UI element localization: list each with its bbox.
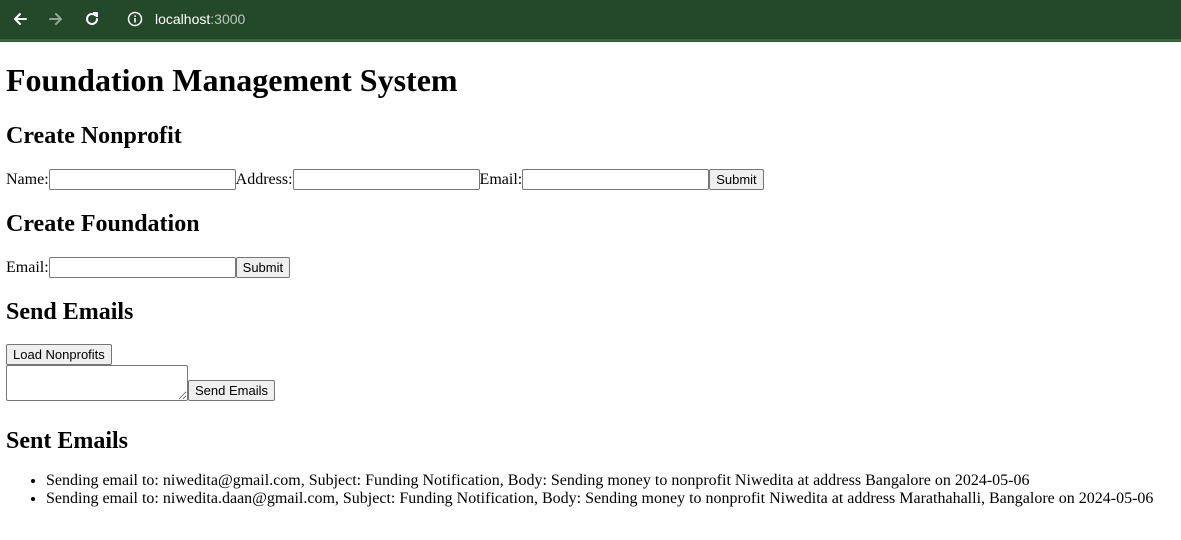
reload-icon[interactable]: [80, 7, 104, 31]
name-input[interactable]: [48, 169, 236, 190]
nonprofit-submit-button[interactable]: Submit: [709, 169, 764, 190]
create-foundation-form: Email: Submit: [6, 257, 291, 278]
send-emails-button[interactable]: Send Emails: [188, 380, 275, 401]
create-nonprofit-heading: Create Nonprofit: [6, 123, 182, 149]
send-emails-heading: Send Emails: [6, 299, 134, 325]
url-text: localhost:3000: [155, 11, 246, 27]
address-bar[interactable]: localhost:3000: [118, 5, 1178, 33]
email-message-textarea[interactable]: [6, 365, 188, 401]
foundation-submit-button[interactable]: Submit: [235, 257, 291, 278]
page-title: Foundation Management System: [6, 62, 458, 98]
create-foundation-heading: Create Foundation: [6, 211, 200, 237]
sent-emails-heading: Sent Emails: [6, 428, 129, 454]
foundation-email-label: Email:: [6, 258, 49, 276]
address-label: Address:: [235, 170, 293, 188]
sent-emails-list: Sending email to: niwedita@gmail.com, Su…: [6, 472, 1153, 508]
list-item: Sending email to: niwedita.daan@gmail.co…: [46, 490, 1153, 508]
name-label: Name:: [6, 170, 49, 188]
browser-toolbar: localhost:3000: [0, 0, 1181, 42]
nonprofit-email-label: Email:: [479, 170, 523, 188]
list-item: Sending email to: niwedita@gmail.com, Su…: [46, 472, 1153, 490]
back-arrow-icon[interactable]: [8, 7, 32, 31]
create-nonprofit-form: Name: Address: Email: Submit: [6, 169, 764, 190]
foundation-email-input[interactable]: [48, 257, 236, 278]
site-info-icon[interactable]: [127, 11, 143, 27]
nonprofit-email-input[interactable]: [522, 169, 710, 190]
load-nonprofits-button[interactable]: Load Nonprofits: [6, 344, 112, 365]
address-input[interactable]: [292, 169, 480, 190]
send-row: Send Emails: [6, 365, 275, 401]
forward-arrow-icon[interactable]: [44, 7, 68, 31]
load-row: Load Nonprofits: [6, 344, 112, 365]
